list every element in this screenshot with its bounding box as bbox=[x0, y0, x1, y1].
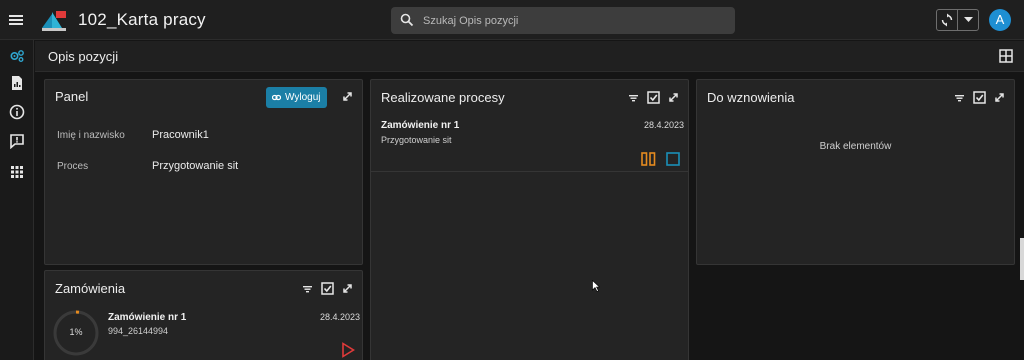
order-title: Zamówienie nr 1 bbox=[108, 312, 187, 323]
expand-icon[interactable] bbox=[341, 282, 354, 295]
stop-icon[interactable] bbox=[666, 152, 680, 166]
process-subtitle: Przygotowanie sit bbox=[381, 135, 452, 145]
progress-ring: 1% bbox=[51, 308, 101, 358]
order-date: 28.4.2023 bbox=[320, 312, 361, 322]
field-label-process: Proces bbox=[57, 161, 89, 172]
list-item[interactable]: 1% Zamówienie nr 1 994_26144994 28.4.202… bbox=[45, 305, 362, 360]
left-nav-rail bbox=[0, 40, 34, 360]
panel-title: Do wznowienia bbox=[707, 90, 795, 105]
order-number: 994_26144994 bbox=[108, 326, 169, 336]
info-icon[interactable] bbox=[9, 104, 25, 120]
layout-grid-icon[interactable] bbox=[999, 49, 1013, 63]
select-all-checkbox-icon[interactable] bbox=[973, 90, 986, 104]
empty-message: Brak elementów bbox=[819, 141, 892, 152]
panel-header: Realizowane procesy bbox=[371, 80, 688, 114]
search-bar[interactable] bbox=[391, 7, 735, 34]
sync-button[interactable] bbox=[937, 10, 958, 30]
app-logo bbox=[40, 8, 68, 32]
play-icon[interactable] bbox=[341, 342, 355, 358]
divider bbox=[371, 171, 688, 172]
filter-icon[interactable] bbox=[953, 91, 966, 104]
panel-to-resume: Do wznowienia Brak elementów bbox=[696, 79, 1015, 265]
panel-title: Zamówienia bbox=[55, 281, 126, 296]
panel-orders: Zamówienia 1% Zamówienie nr 1 994_261449… bbox=[44, 270, 363, 360]
top-bar: 102_Karta pracy A bbox=[0, 0, 1024, 40]
sync-button-group bbox=[936, 9, 979, 31]
panel-title: Realizowane procesy bbox=[381, 90, 505, 105]
refresh-icon bbox=[941, 13, 953, 27]
chevron-down-icon bbox=[964, 17, 973, 22]
mouse-cursor bbox=[592, 280, 600, 292]
link-icon bbox=[272, 93, 281, 102]
logout-label: Wyloguj bbox=[285, 92, 321, 103]
logout-button[interactable]: Wyloguj bbox=[266, 87, 327, 108]
menu-icon[interactable] bbox=[7, 11, 25, 29]
select-all-checkbox-icon[interactable] bbox=[321, 281, 334, 295]
panel-header: Do wznowienia bbox=[697, 80, 1014, 114]
select-all-checkbox-icon[interactable] bbox=[647, 90, 660, 104]
list-item[interactable]: Zamówienie nr 1 Przygotowanie sit 28.4.2… bbox=[371, 114, 688, 170]
process-title: Zamówienie nr 1 bbox=[381, 120, 460, 131]
field-value-process: Przygotowanie sit bbox=[152, 160, 239, 172]
progress-label: 1% bbox=[69, 327, 83, 337]
search-input[interactable] bbox=[423, 7, 723, 34]
panel-active-processes: Realizowane procesy Zamówienie nr 1 Przy… bbox=[370, 79, 689, 360]
expand-icon[interactable] bbox=[993, 91, 1006, 104]
search-icon bbox=[400, 13, 414, 27]
sync-dropdown-button[interactable] bbox=[958, 10, 979, 30]
filter-icon[interactable] bbox=[301, 282, 314, 295]
apps-grid-icon[interactable] bbox=[9, 164, 25, 180]
document-icon[interactable] bbox=[9, 75, 25, 91]
panel-header: Zamówienia bbox=[45, 271, 362, 305]
panel-header: Panel Wyloguj bbox=[45, 80, 362, 114]
app-title: 102_Karta pracy bbox=[78, 10, 206, 29]
field-label-name: Imię i nazwisko bbox=[57, 130, 125, 141]
filter-icon[interactable] bbox=[627, 91, 640, 104]
field-value-name: Pracownik1 bbox=[152, 129, 209, 141]
expand-icon[interactable] bbox=[667, 91, 680, 104]
page-header: Opis pozycji bbox=[35, 41, 1024, 72]
settings-icon[interactable] bbox=[9, 48, 25, 64]
user-avatar[interactable]: A bbox=[989, 9, 1011, 31]
scrollbar[interactable] bbox=[1020, 238, 1024, 280]
expand-icon[interactable] bbox=[341, 90, 354, 103]
feedback-icon[interactable] bbox=[9, 133, 25, 149]
pause-icon[interactable] bbox=[641, 152, 656, 166]
panel-user: Panel Wyloguj Imię i nazwisko Pracownik1… bbox=[44, 79, 363, 265]
process-date: 28.4.2023 bbox=[644, 120, 685, 130]
page-title: Opis pozycji bbox=[48, 49, 119, 64]
panel-title: Panel bbox=[55, 89, 89, 104]
